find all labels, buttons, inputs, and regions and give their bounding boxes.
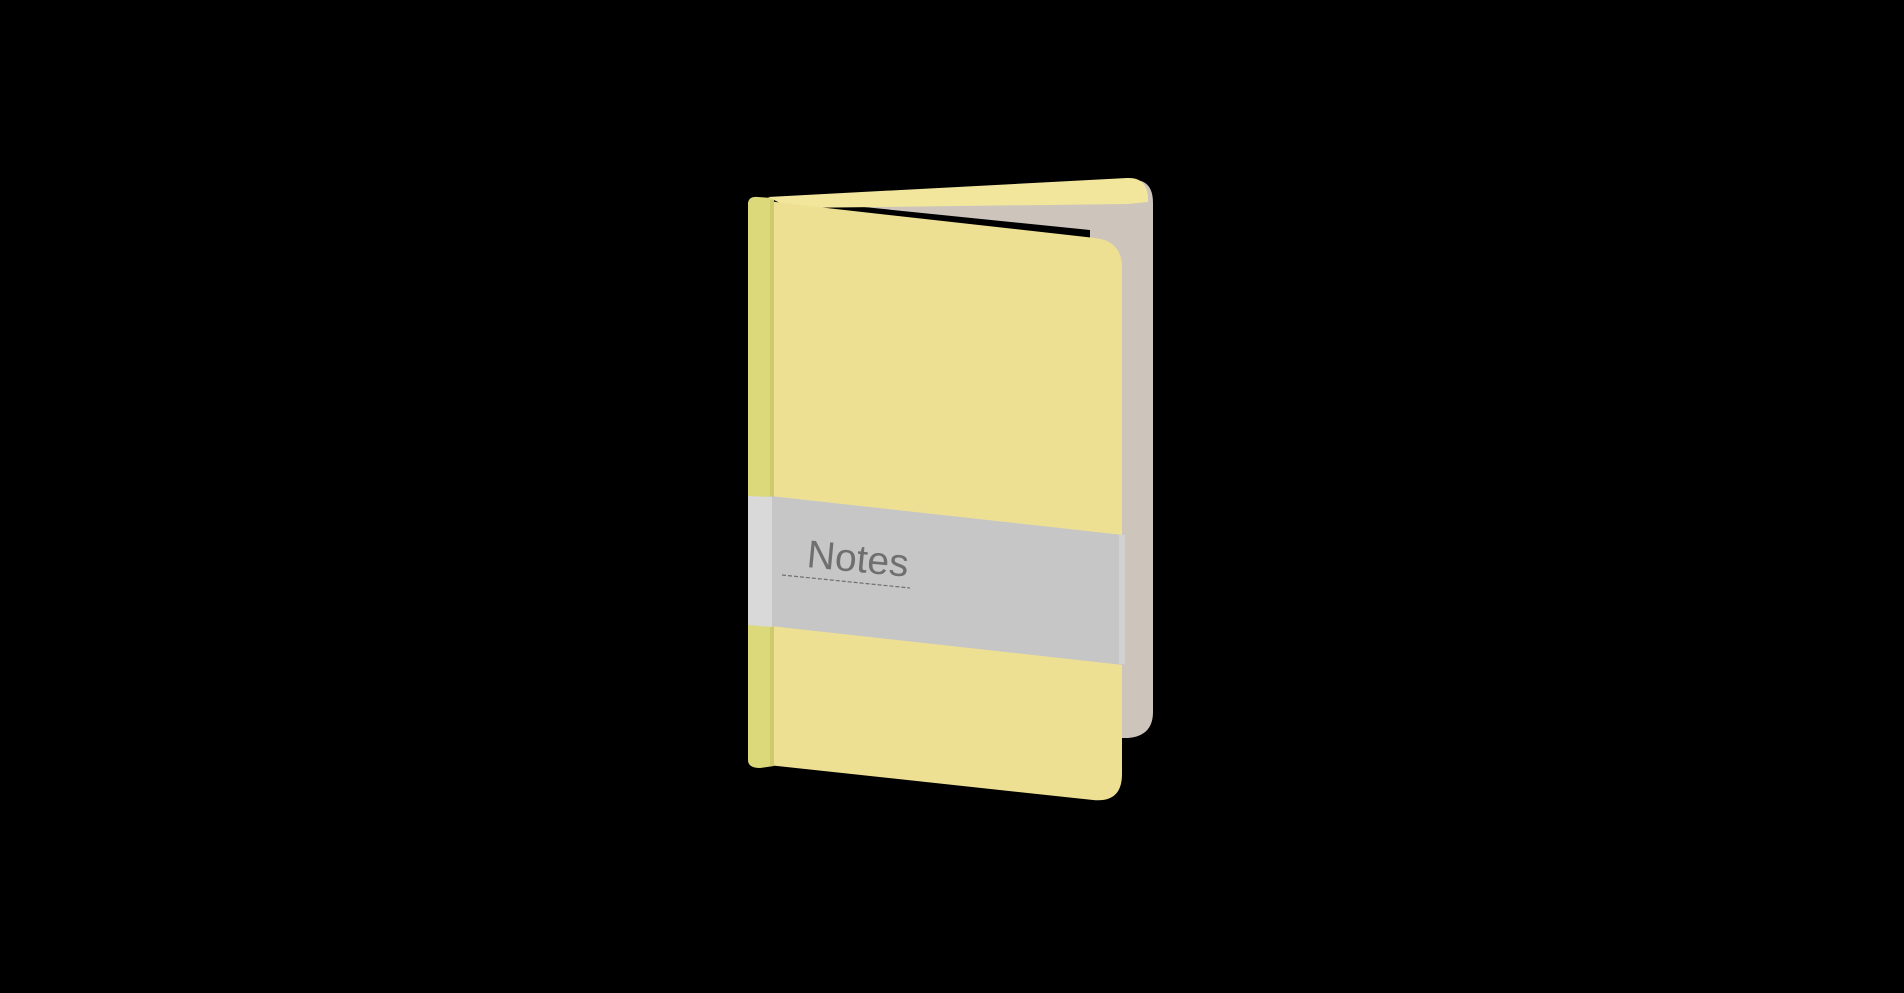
notebook-top-edge — [768, 177, 1148, 208]
scene-background: Notes — [0, 0, 1904, 993]
notebook-front-cover — [768, 201, 1122, 801]
notebook-band-edge — [1119, 535, 1125, 664]
notebook-spine-shadow — [770, 200, 774, 766]
notebook-band-spine — [748, 496, 772, 627]
notebook-illustration: Notes — [748, 177, 1153, 801]
